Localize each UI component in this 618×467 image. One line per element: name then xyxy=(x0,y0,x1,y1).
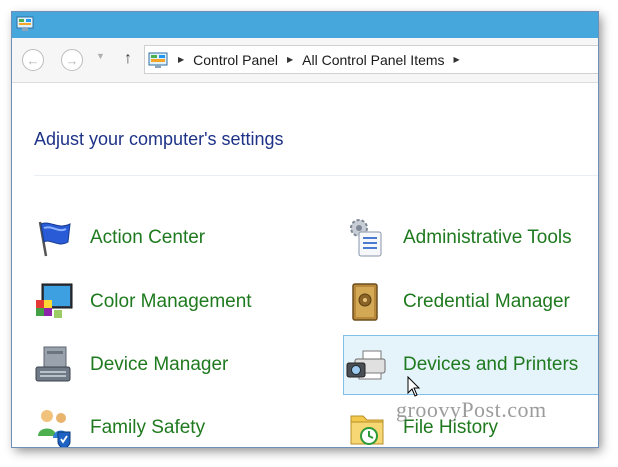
item-devices-and-printers[interactable]: Devices and Printers xyxy=(343,335,598,395)
item-administrative-tools[interactable]: Administrative Tools xyxy=(345,208,598,268)
chevron-down-icon: ▼ xyxy=(96,51,105,61)
up-arrow-icon: ↑ xyxy=(124,50,132,67)
item-device-manager[interactable]: Device Manager xyxy=(32,335,332,395)
page-title: Adjust your computer's settings xyxy=(34,129,284,149)
item-label: Credential Manager xyxy=(403,291,570,312)
item-label: Family Safety xyxy=(90,417,206,438)
breadcrumb-separator-icon[interactable]: ▶ xyxy=(287,55,293,64)
item-label: Action Center xyxy=(90,227,206,248)
recent-locations-button[interactable]: ▼ xyxy=(96,51,105,61)
breadcrumb-separator-icon[interactable]: ▶ xyxy=(178,55,184,64)
credential-manager-safe-icon xyxy=(352,283,378,321)
item-label: Administrative Tools xyxy=(403,227,572,248)
device-manager-icon xyxy=(35,346,71,382)
title-bar xyxy=(12,12,598,38)
administrative-tools-icon xyxy=(350,219,382,257)
control-panel-icon[interactable] xyxy=(16,16,34,32)
mouse-cursor-icon xyxy=(407,376,421,397)
printer-camera-icon xyxy=(346,350,386,380)
item-family-safety[interactable]: Family Safety xyxy=(32,398,332,447)
control-panel-window: ← → ▼ ↑ ▶ Control Panel ▶ All Control Pa… xyxy=(12,12,598,447)
item-label: Color Management xyxy=(90,291,252,312)
family-safety-icon xyxy=(38,410,71,447)
content-pane: Adjust your computer's settings Action C… xyxy=(12,83,598,447)
item-label: Device Manager xyxy=(90,354,229,375)
forward-button[interactable]: → xyxy=(61,49,83,71)
back-button[interactable]: ← xyxy=(22,49,44,71)
item-label: Devices and Printers xyxy=(403,354,579,375)
back-arrow-icon: ← xyxy=(26,52,40,68)
watermark: groovyPost.com xyxy=(396,397,547,422)
item-credential-manager[interactable]: Credential Manager xyxy=(345,272,598,332)
item-action-center[interactable]: Action Center xyxy=(32,208,332,268)
item-color-management[interactable]: Color Management xyxy=(32,272,332,332)
navigation-bar: ← → ▼ ↑ ▶ Control Panel ▶ All Control Pa… xyxy=(12,38,598,83)
address-bar[interactable]: ▶ Control Panel ▶ All Control Panel Item… xyxy=(144,45,598,74)
up-button[interactable]: ↑ xyxy=(119,48,137,70)
title-divider xyxy=(34,175,598,176)
breadcrumb-all-items[interactable]: All Control Panel Items xyxy=(302,52,444,68)
forward-arrow-icon: → xyxy=(65,52,79,68)
control-panel-icon xyxy=(148,52,168,68)
file-history-folder-icon xyxy=(350,415,384,445)
breadcrumb-control-panel[interactable]: Control Panel xyxy=(193,52,278,68)
breadcrumb-separator-icon[interactable]: ▶ xyxy=(454,55,460,64)
color-management-icon xyxy=(36,283,73,318)
action-center-flag-icon xyxy=(38,221,71,257)
